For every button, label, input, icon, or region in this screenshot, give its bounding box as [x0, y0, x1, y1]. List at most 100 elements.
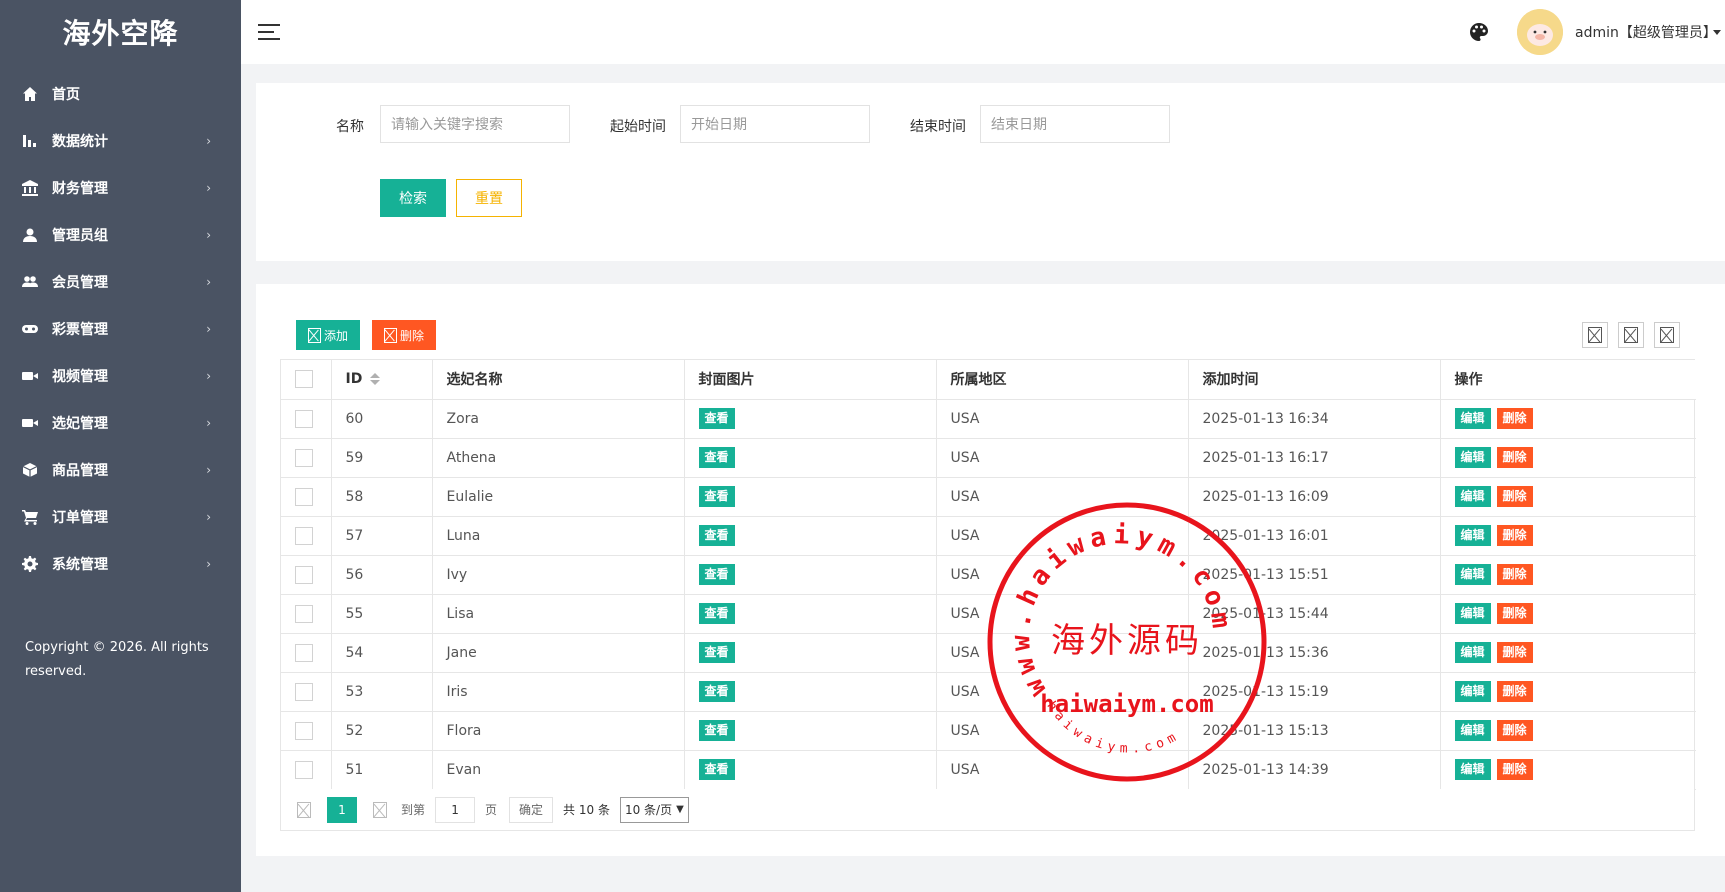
sidebar-item-9[interactable]: 订单管理 › — [0, 493, 241, 540]
edit-button[interactable]: 编辑 — [1454, 486, 1491, 507]
add-button[interactable]: 添加 — [296, 320, 361, 350]
sidebar-item-2[interactable]: 财务管理 › — [0, 164, 241, 211]
sidebar-item-label: 彩票管理 — [52, 321, 108, 338]
print-icon[interactable] — [1654, 322, 1680, 348]
export-icon[interactable] — [1618, 322, 1644, 348]
page-unit-label: 页 — [485, 803, 498, 817]
edit-button[interactable]: 编辑 — [1454, 603, 1491, 624]
delete-button[interactable]: 删除 — [1496, 603, 1533, 624]
reset-button[interactable]: 重置 — [456, 179, 522, 217]
sort-icon[interactable] — [370, 373, 381, 386]
user-name[interactable]: admin【超级管理员】 — [1575, 22, 1717, 42]
prev-page-icon[interactable] — [297, 801, 311, 818]
chevron-right-icon: › — [206, 274, 211, 289]
cell-cover: 查看 — [684, 750, 937, 790]
chevron-down-icon[interactable] — [1713, 30, 1721, 35]
view-cover-button[interactable]: 查看 — [698, 720, 735, 741]
row-checkbox[interactable] — [295, 526, 313, 545]
view-cover-button[interactable]: 查看 — [698, 525, 735, 546]
row-select-cell — [281, 399, 332, 439]
column-header-region: 所属地区 — [936, 360, 1189, 400]
row-checkbox[interactable] — [295, 682, 313, 701]
column-header-id[interactable]: ID — [331, 360, 433, 400]
delete-button[interactable]: 删除 — [1496, 447, 1533, 468]
delete-button[interactable]: 删除 — [1496, 759, 1533, 780]
batch-delete-button[interactable]: 删除 — [372, 320, 437, 350]
sidebar-item-5[interactable]: 彩票管理 › — [0, 305, 241, 352]
sidebar-item-4[interactable]: 会员管理 › — [0, 258, 241, 305]
sidebar-item-7[interactable]: 选妃管理 › — [0, 399, 241, 446]
row-checkbox[interactable] — [295, 448, 313, 467]
view-cover-button[interactable]: 查看 — [698, 486, 735, 507]
search-button[interactable]: 检索 — [380, 179, 446, 217]
chevron-down-icon: ▼ — [676, 804, 684, 815]
sidebar-item-0[interactable]: 首页 — [0, 70, 241, 117]
sidebar-item-1[interactable]: 数据统计 › — [0, 117, 241, 164]
goto-page-input[interactable]: 1 — [435, 796, 476, 823]
page-1-button[interactable]: 1 — [327, 796, 357, 823]
delete-button[interactable]: 删除 — [1496, 564, 1533, 585]
delete-button[interactable]: 删除 — [1496, 720, 1533, 741]
view-cover-button[interactable]: 查看 — [698, 603, 735, 624]
sidebar-item-8[interactable]: 商品管理 › — [0, 446, 241, 493]
row-checkbox[interactable] — [295, 604, 313, 623]
end-date-input[interactable]: 结束日期 — [980, 105, 1170, 143]
delete-button[interactable]: 删除 — [1496, 681, 1533, 702]
sidebar-item-label: 财务管理 — [52, 180, 108, 197]
name-search-input[interactable]: 请输入关键字搜索 — [380, 105, 570, 143]
edit-button[interactable]: 编辑 — [1454, 408, 1491, 429]
delete-button[interactable]: 删除 — [1496, 642, 1533, 663]
row-select-cell — [281, 516, 332, 556]
filter-columns-icon[interactable] — [1582, 322, 1608, 348]
row-checkbox[interactable] — [295, 409, 313, 428]
sidebar-item-10[interactable]: 系统管理 › — [0, 540, 241, 587]
row-select-cell — [281, 477, 332, 517]
view-cover-button[interactable]: 查看 — [698, 564, 735, 585]
palette-icon[interactable] — [1469, 22, 1489, 42]
edit-button[interactable]: 编辑 — [1454, 681, 1491, 702]
sidebar-item-3[interactable]: 管理员组 › — [0, 211, 241, 258]
cell-region: USA — [936, 399, 1189, 439]
edit-button[interactable]: 编辑 — [1454, 447, 1491, 468]
cell-id: 54 — [331, 633, 433, 673]
row-checkbox[interactable] — [295, 565, 313, 584]
menu-toggle-icon[interactable] — [258, 24, 280, 42]
name-label: 名称 — [336, 119, 364, 135]
view-cover-button[interactable]: 查看 — [698, 759, 735, 780]
page-size-select[interactable]: 10 条/页 ▼ — [619, 796, 689, 823]
view-cover-button[interactable]: 查看 — [698, 408, 735, 429]
edit-button[interactable]: 编辑 — [1454, 720, 1491, 741]
cell-id: 57 — [331, 516, 433, 556]
view-cover-button[interactable]: 查看 — [698, 642, 735, 663]
row-checkbox[interactable] — [295, 487, 313, 506]
delete-button[interactable]: 删除 — [1496, 525, 1533, 546]
chevron-right-icon: › — [206, 321, 211, 336]
start-date-input[interactable]: 开始日期 — [680, 105, 870, 143]
edit-button[interactable]: 编辑 — [1454, 759, 1491, 780]
table-row: 55 Lisa 查看 USA 2025-01-13 15:44 编辑 删除 — [281, 594, 1696, 634]
goto-confirm-button[interactable]: 确定 — [509, 796, 554, 823]
cell-actions: 编辑 删除 — [1440, 672, 1696, 712]
chevron-right-icon: › — [206, 415, 211, 430]
next-page-icon[interactable] — [373, 801, 387, 818]
avatar[interactable] — [1517, 9, 1563, 55]
view-cover-button[interactable]: 查看 — [698, 681, 735, 702]
edit-button[interactable]: 编辑 — [1454, 525, 1491, 546]
cell-region: USA — [936, 594, 1189, 634]
view-cover-button[interactable]: 查看 — [698, 447, 735, 468]
row-checkbox[interactable] — [295, 721, 313, 740]
goto-label: 到第 — [401, 803, 426, 817]
row-checkbox[interactable] — [295, 760, 313, 779]
cell-cover: 查看 — [684, 516, 937, 556]
edit-button[interactable]: 编辑 — [1454, 564, 1491, 585]
delete-button[interactable]: 删除 — [1496, 408, 1533, 429]
delete-button[interactable]: 删除 — [1496, 486, 1533, 507]
row-checkbox[interactable] — [295, 643, 313, 662]
cell-time: 2025-01-13 15:19 — [1188, 672, 1441, 712]
column-header-name: 选妃名称 — [432, 360, 685, 400]
edit-button[interactable]: 编辑 — [1454, 642, 1491, 663]
table-row: 54 Jane 查看 USA 2025-01-13 15:36 编辑 删除 — [281, 633, 1696, 673]
cell-actions: 编辑 删除 — [1440, 750, 1696, 790]
select-all-checkbox[interactable] — [295, 370, 313, 389]
sidebar-item-6[interactable]: 视频管理 › — [0, 352, 241, 399]
